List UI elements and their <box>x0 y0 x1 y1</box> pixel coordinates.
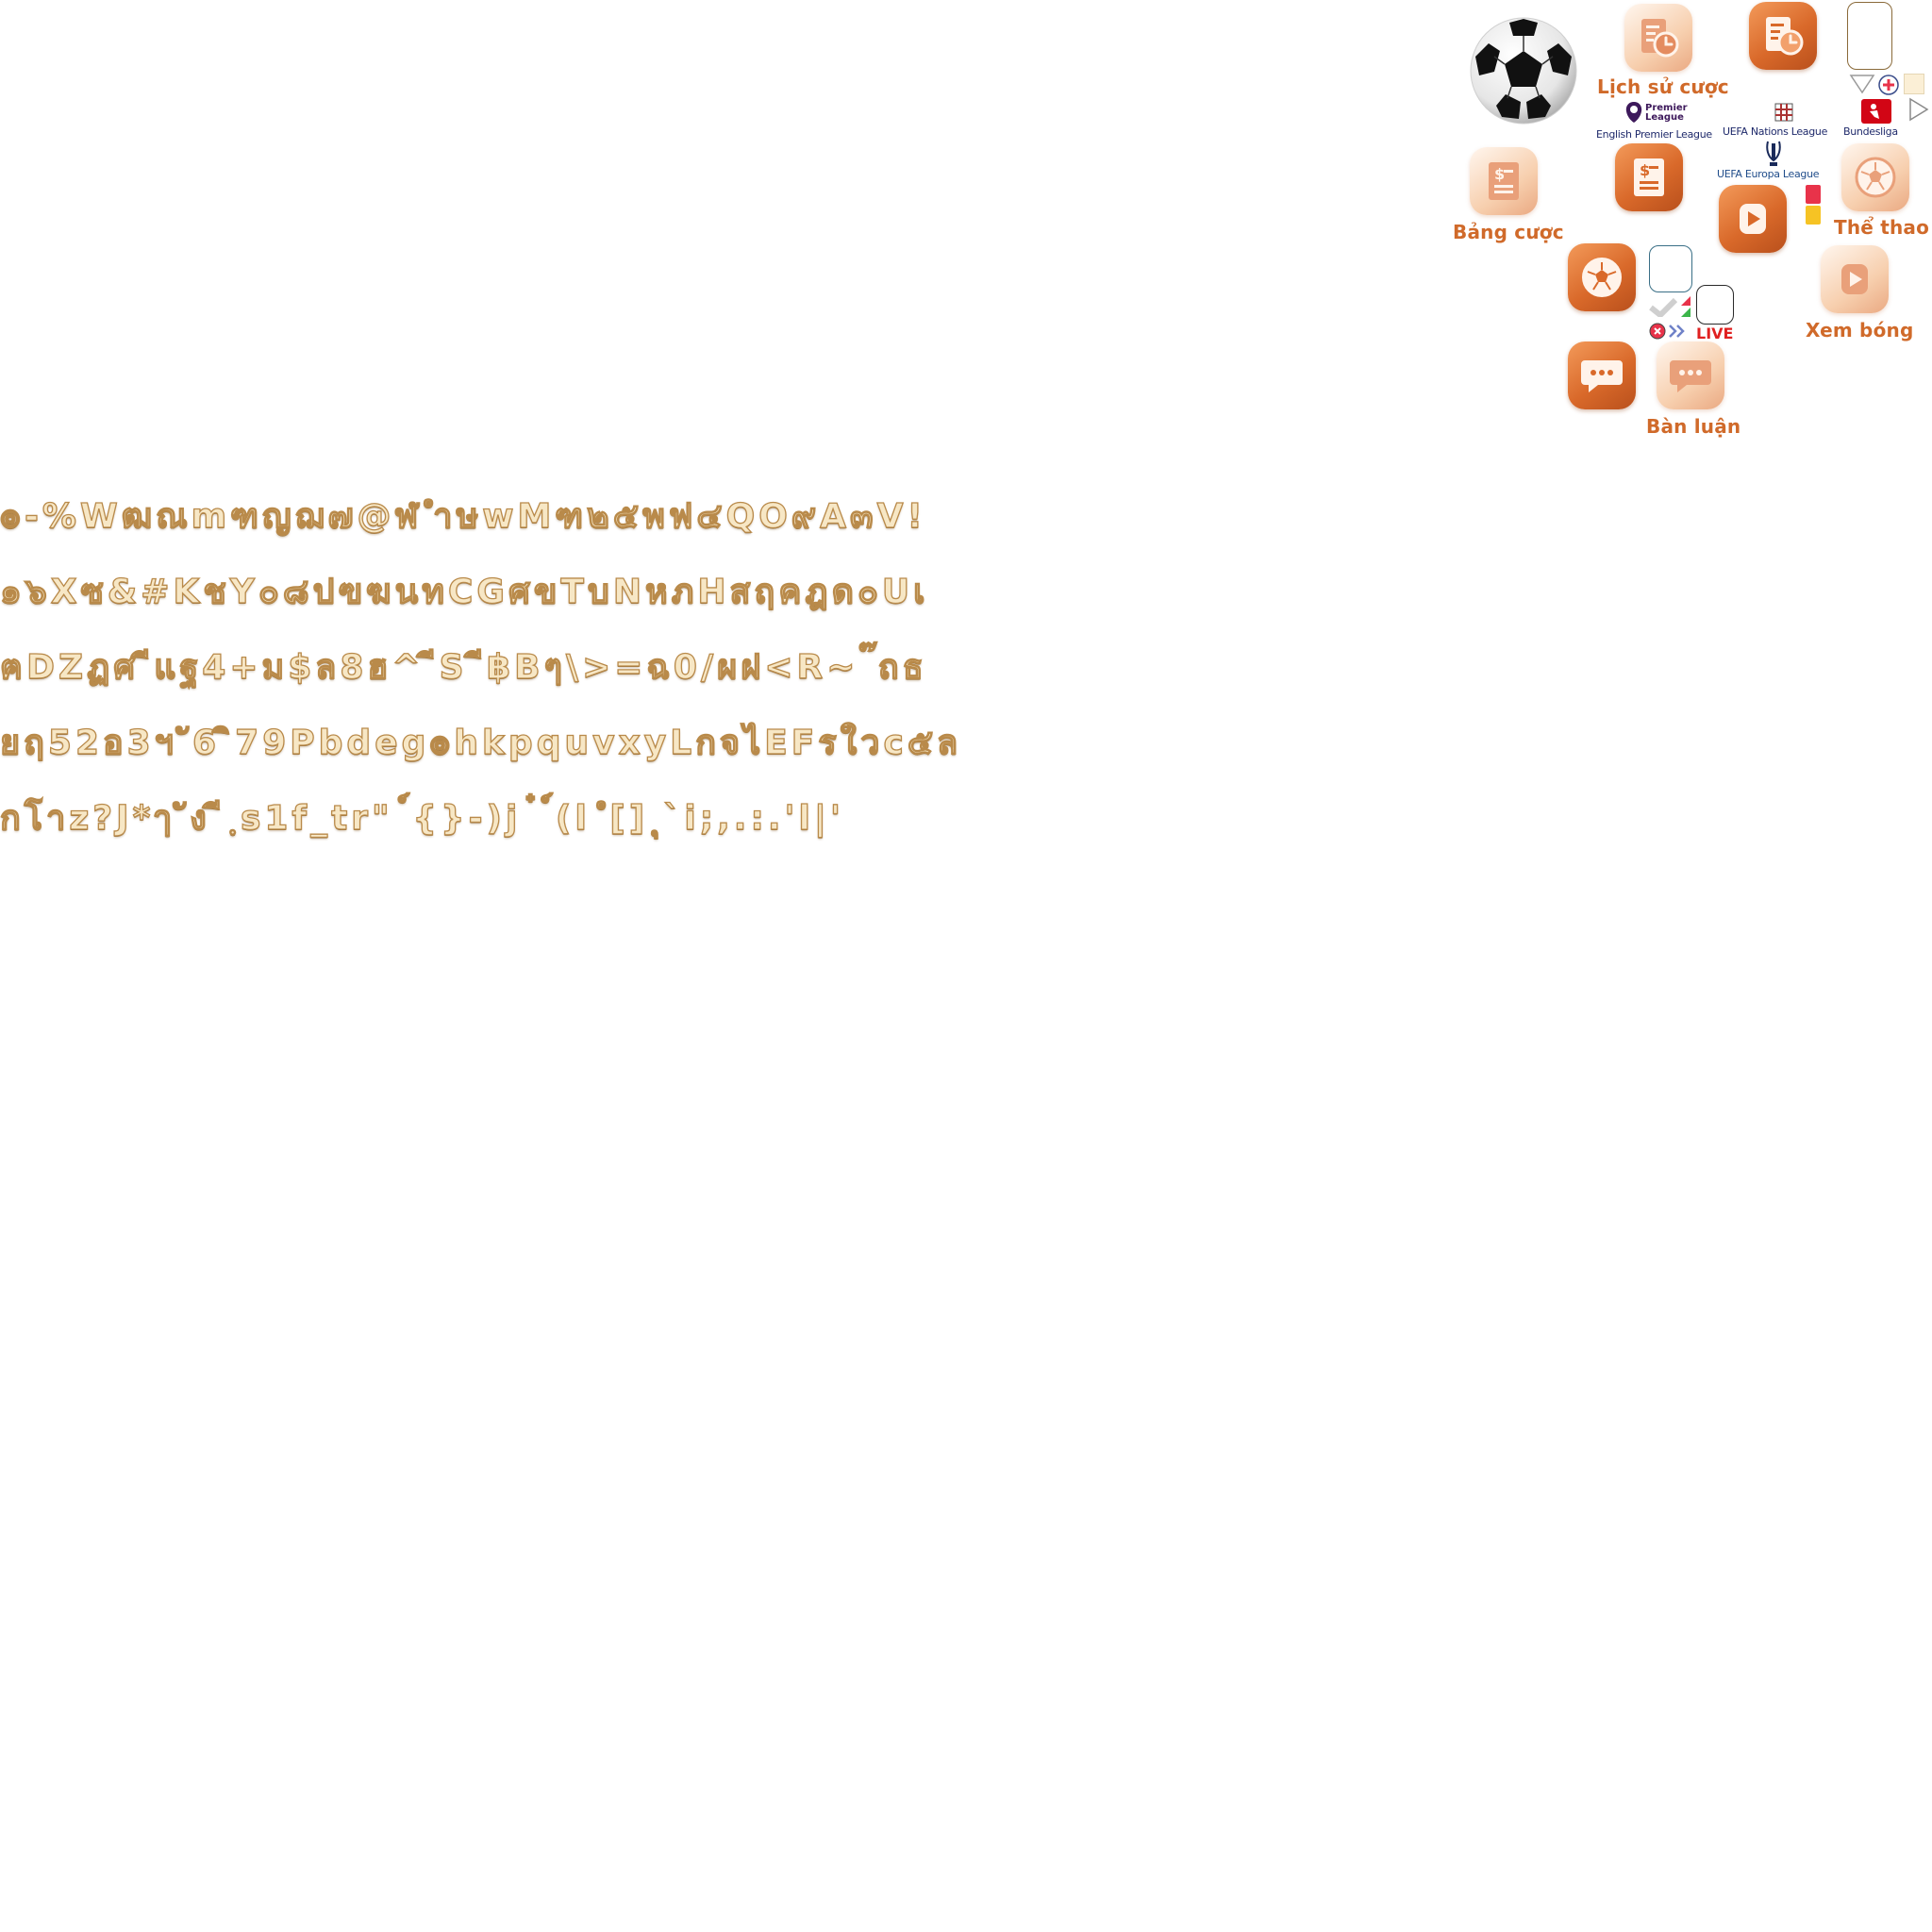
receipt-icon: $ <box>1634 158 1664 196</box>
league-nations: UEFA Nations League <box>1723 125 1828 138</box>
bet-board-tile-active[interactable]: $ <box>1615 143 1683 211</box>
glyph-row: ฅDZฏศ ีแฐ4+ม$ล8ฮ^ ีS ี฿Bๆ\>=ฉ0/ผฝ<R~ ๊ถธ <box>0 647 927 687</box>
close-circle-icon <box>1649 323 1666 340</box>
live-badge: LIVE <box>1696 325 1734 342</box>
soccer-icon <box>1582 258 1622 297</box>
glyph-row: ๑๖Xซ&#KชY๐๘ปฃฆนทCGศขTบNหภHสฤคฎด๐Uเ <box>0 572 929 611</box>
triangle-icon <box>1849 74 1875 94</box>
league-epl: English Premier League <box>1596 128 1712 141</box>
blank-frame <box>1649 245 1692 292</box>
league-europa: UEFA Europa League <box>1717 168 1820 180</box>
red-card-icon <box>1806 185 1821 204</box>
soccer-icon <box>1855 157 1896 198</box>
play-icon <box>1841 264 1868 294</box>
bundesliga-logo-icon <box>1860 98 1892 125</box>
bet-board-label: Bảng cược <box>1453 221 1564 243</box>
discussion-tile-active[interactable] <box>1568 341 1636 409</box>
sports-label: Thể thao <box>1834 216 1930 239</box>
check-stroke-icon <box>1649 296 1677 317</box>
watch-football-tile[interactable] <box>1821 245 1889 313</box>
chevron-double-right-icon <box>1668 323 1687 340</box>
bet-history-label: Lịch sử cược <box>1597 75 1729 98</box>
flag-stripes-icon <box>1679 294 1692 319</box>
bet-history-tile[interactable] <box>1624 4 1692 72</box>
sprite-sheet: Lịch sử cược Premier League English Prem… <box>0 0 1932 1932</box>
bet-board-tile[interactable]: $ <box>1470 147 1538 215</box>
europa-league-logo-icon <box>1762 140 1785 168</box>
plus-circle-icon <box>1877 74 1900 96</box>
watch-football-tile-active[interactable] <box>1719 185 1787 253</box>
premier-league-logo-icon <box>1623 100 1645 125</box>
play-outline-icon <box>1907 96 1930 123</box>
chat-icon <box>1581 360 1623 392</box>
chat-icon <box>1670 360 1711 392</box>
premier-league-logo-text: Premier League <box>1645 103 1688 123</box>
history-icon <box>1641 19 1679 58</box>
sports-tile[interactable] <box>1841 143 1909 211</box>
blank-frame <box>1847 2 1892 70</box>
glyph-row: ๏-%Wฒณmฑญฌ๗@ฬ ำษwMฑ๒๕พฟ๔QO๙A๓V! <box>0 496 926 536</box>
svg-text:$: $ <box>1494 165 1505 183</box>
bet-history-tile-active[interactable] <box>1749 2 1817 70</box>
glyph-row: ยฤ52อ3ฯ ั6 ิ79Pbdeg๏hkpquvxyLกจไEFรใวc๕ล <box>0 723 962 762</box>
cream-swatch <box>1904 74 1924 94</box>
sports-tile-active[interactable] <box>1568 243 1636 311</box>
soccer-ball-icon <box>1468 15 1579 126</box>
discussion-tile[interactable] <box>1657 341 1724 409</box>
glyph-row: กโาz?J*ๅ ัง ี ฺs1f_tr" ์{}-)j ๋ ์(l ํ[] … <box>0 798 845 838</box>
league-bundesliga: Bundesliga <box>1843 125 1898 138</box>
discussion-label: Bàn luận <box>1646 415 1741 438</box>
blank-frame <box>1696 285 1734 325</box>
history-icon <box>1766 17 1804 56</box>
play-icon <box>1740 204 1766 234</box>
watch-football-label: Xem bóng <box>1806 319 1914 341</box>
svg-text:$: $ <box>1640 161 1650 179</box>
yellow-card-icon <box>1806 206 1821 225</box>
nations-league-logo-icon <box>1772 100 1796 125</box>
receipt-icon: $ <box>1489 162 1519 200</box>
